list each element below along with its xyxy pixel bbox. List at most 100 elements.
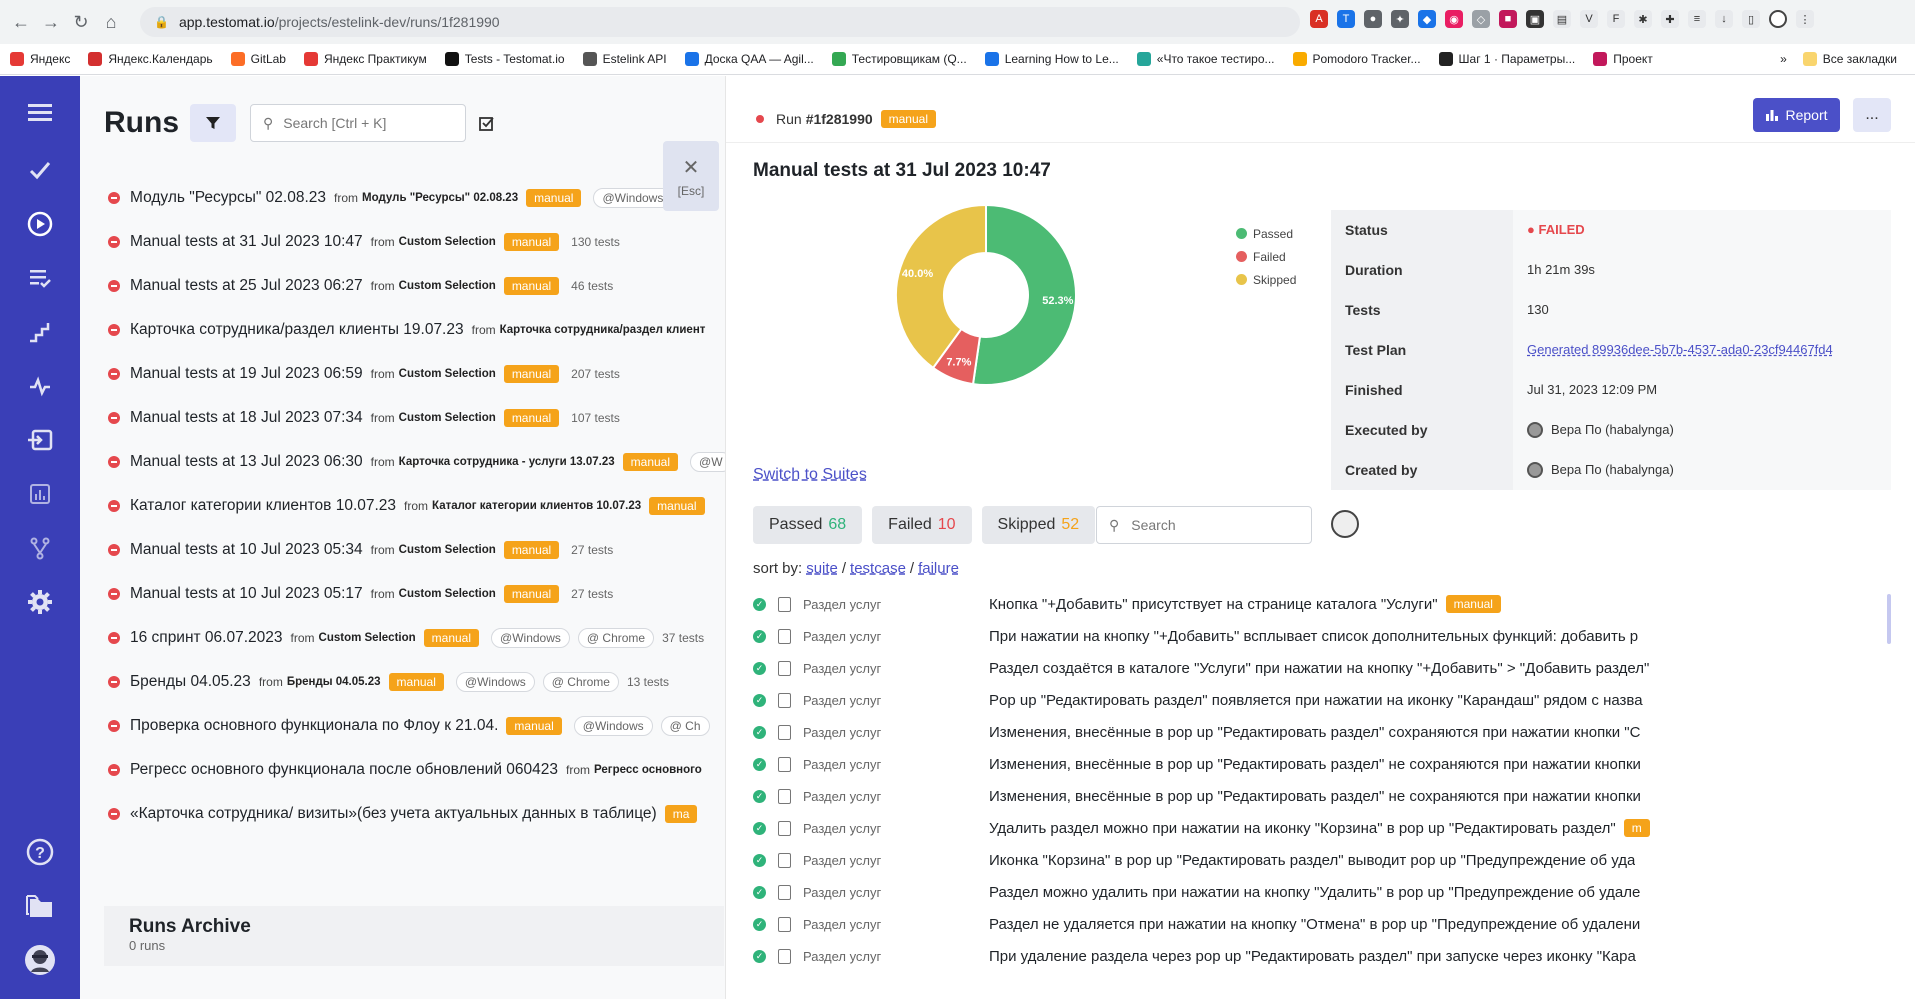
test-result-row[interactable]: ✓ Раздел услуг Изменения, внесённые в pop … (753, 748, 1713, 780)
bookmark-item[interactable]: Доска QAA — Agil... (684, 52, 814, 66)
test-result-row[interactable]: ✓ Раздел услуг Раздел можно удалить при на… (753, 876, 1713, 908)
all-bookmarks-button[interactable]: Все закладки (1802, 52, 1897, 66)
profile-avatar[interactable] (1769, 10, 1787, 28)
tests-check-icon[interactable] (20, 150, 60, 190)
bookmark-item[interactable]: Tests - Testomat.io (444, 52, 565, 66)
sort-testcase-link[interactable]: testcase (850, 560, 906, 577)
test-result-row[interactable]: ✓ Раздел услуг При нажатии на кнопку "+Доб… (753, 620, 1713, 652)
bookmark-item[interactable]: «Что такое тестиро... (1136, 52, 1275, 66)
playlist-icon[interactable]: ≡ (1688, 10, 1706, 28)
extension-icon[interactable]: ▤ (1553, 10, 1571, 28)
projects-folder-icon[interactable] (20, 886, 60, 926)
bookmarks-more-button[interactable]: » (1780, 52, 1787, 66)
test-result-row[interactable]: ✓ Раздел услуг Кнопка "+Добавить" присутст… (753, 588, 1713, 620)
bookmark-item[interactable]: Яндекс.Календарь (88, 52, 213, 66)
test-result-row[interactable]: ✓ Раздел услуг При удаление раздела через … (753, 940, 1713, 972)
bookmark-item[interactable]: Яндекс (10, 52, 70, 66)
translate-icon[interactable]: T (1337, 10, 1355, 28)
test-plan-link[interactable]: Generated 89936dee-5b7b-4537-ada0-23cf94… (1527, 342, 1833, 357)
test-result-row[interactable]: ✓ Раздел услуг Удалить раздел можно при на… (753, 812, 1713, 844)
extension-icon[interactable]: V (1580, 10, 1598, 28)
runs-archive[interactable]: Runs Archive 0 runs (104, 906, 724, 966)
extension-icon[interactable]: ■ (1499, 10, 1517, 28)
download-icon[interactable]: ↓ (1715, 10, 1733, 28)
extension-icon[interactable]: ◉ (1445, 10, 1463, 28)
tests-search-input[interactable]: ⚲ Search (1096, 506, 1312, 544)
address-bar[interactable]: 🔒 app.testomat.io/projects/estelink-dev/… (140, 7, 1300, 37)
test-result-row[interactable]: ✓ Раздел услуг Иконка "Корзина" в pop up "… (753, 844, 1713, 876)
run-list-item[interactable]: 16 спринт 06.07.2023 from Custom Selection… (108, 616, 725, 660)
test-result-row[interactable]: ✓ Раздел услуг Изменения, внесённые в pop … (753, 716, 1713, 748)
adblock-icon[interactable]: A (1310, 10, 1328, 28)
puzzle-icon[interactable]: ✚ (1661, 10, 1679, 28)
filter-skipped-button[interactable]: Skipped 52 (981, 506, 1096, 544)
close-detail-button[interactable]: ✕ [Esc] (663, 141, 719, 211)
user-avatar[interactable] (20, 940, 60, 980)
shield-icon[interactable]: ◇ (1472, 10, 1490, 28)
run-list-item[interactable]: Manual tests at 25 Jul 2023 06:27 from Cus… (108, 264, 725, 308)
run-list-item[interactable]: «Карточка сотрудника/ визиты»(без учета … (108, 792, 725, 836)
help-icon[interactable]: ? (20, 832, 60, 872)
analytics-icon[interactable] (20, 474, 60, 514)
sort-suite-link[interactable]: suite (806, 560, 838, 577)
bookmark-item[interactable]: Тестировщикам (Q... (831, 52, 967, 66)
import-icon[interactable] (20, 420, 60, 460)
branches-icon[interactable] (20, 528, 60, 568)
bookmark-item[interactable]: Estelink API (582, 52, 667, 66)
forward-icon[interactable]: → (36, 7, 66, 37)
bookmark-item[interactable]: GitLab (230, 52, 286, 66)
home-icon[interactable]: ⌂ (96, 7, 126, 37)
hamburger-menu-icon[interactable] (20, 92, 60, 132)
sort-failure-link[interactable]: failure (918, 560, 959, 577)
bookmark-item[interactable]: Pomodoro Tracker... (1292, 52, 1421, 66)
select-runs-icon[interactable] (478, 114, 496, 137)
extension-icon[interactable]: F (1607, 10, 1625, 28)
plans-list-icon[interactable] (20, 258, 60, 298)
run-list-item[interactable]: Модуль "Ресурсы" 02.08.23 from Модуль "Рес… (108, 176, 725, 220)
legend-item[interactable]: Passed (1236, 222, 1296, 245)
test-result-row[interactable]: ✓ Раздел услуг Изменения, внесённые в pop … (753, 780, 1713, 812)
extension-icon[interactable]: ✦ (1391, 10, 1409, 28)
bookmark-item[interactable]: Шаг 1 · Параметры... (1438, 52, 1575, 66)
bookmark-item[interactable]: Learning How to Le... (984, 52, 1119, 66)
reload-icon[interactable]: ↻ (66, 7, 96, 37)
test-result-row[interactable]: ✓ Раздел услуг Раздел не удаляется при наж… (753, 908, 1713, 940)
run-list-item[interactable]: Регресс основного функционала после обно… (108, 748, 725, 792)
steps-icon[interactable] (20, 312, 60, 352)
extension-icon[interactable]: ▣ (1526, 10, 1544, 28)
bookmark-item[interactable]: Проект (1593, 52, 1653, 66)
settings-gear-icon[interactable] (20, 582, 60, 622)
filter-passed-button[interactable]: Passed 68 (753, 506, 863, 544)
legend-item[interactable]: Skipped (1236, 268, 1296, 291)
sidepanel-icon[interactable]: ▯ (1742, 10, 1760, 28)
runs-search-input[interactable]: ⚲ Search [Ctrl + K] (250, 104, 466, 142)
run-list-item[interactable]: Manual tests at 10 Jul 2023 05:17 from Cus… (108, 572, 725, 616)
bookmark-item[interactable]: Яндекс Практикум (303, 52, 427, 66)
run-list-item[interactable]: Manual tests at 18 Jul 2023 07:34 from Cus… (108, 396, 725, 440)
more-options-button[interactable]: ... (1853, 98, 1891, 132)
pulse-icon[interactable] (20, 366, 60, 406)
bug-icon[interactable]: ✱ (1634, 10, 1652, 28)
extension-icon[interactable]: ◆ (1418, 10, 1436, 28)
filter-failed-button[interactable]: Failed 10 (872, 506, 972, 544)
test-result-row[interactable]: ✓ Раздел услуг Раздел создаётся в каталоге… (753, 652, 1713, 684)
run-list-item[interactable]: Manual tests at 10 Jul 2023 05:34 from Cus… (108, 528, 725, 572)
filter-button[interactable] (190, 104, 236, 142)
run-list-item[interactable]: Manual tests at 13 Jul 2023 06:30 from Кар… (108, 440, 725, 484)
run-list-item[interactable]: Manual tests at 19 Jul 2023 06:59 from Cus… (108, 352, 725, 396)
extension-icon[interactable]: ● (1364, 10, 1382, 28)
run-list-item[interactable]: Manual tests at 31 Jul 2023 10:47 from Cus… (108, 220, 725, 264)
test-result-row[interactable]: ✓ Раздел услуг Pop up "Редактировать разде… (753, 684, 1713, 716)
report-button[interactable]: Report (1753, 98, 1840, 132)
run-list-item[interactable]: Каталог категории клиентов 10.07.23 from К… (108, 484, 725, 528)
run-list-item[interactable]: Бренды 04.05.23 from Бренды 04.05.23 manual… (108, 660, 725, 704)
legend-item[interactable]: Failed (1236, 245, 1296, 268)
scrollbar[interactable] (1887, 594, 1891, 644)
runs-play-icon[interactable] (20, 204, 60, 244)
run-list-item[interactable]: Проверка основного функционала по Флоу к… (108, 704, 725, 748)
run-list-item[interactable]: Карточка сотрудника/раздел клиенты 19.07… (108, 308, 725, 352)
switch-to-suites-link[interactable]: Switch to Suites (753, 466, 867, 484)
back-icon[interactable]: ← (6, 7, 36, 37)
user-filter-avatar[interactable] (1331, 510, 1359, 538)
menu-dots-icon[interactable]: ⋮ (1796, 10, 1814, 28)
